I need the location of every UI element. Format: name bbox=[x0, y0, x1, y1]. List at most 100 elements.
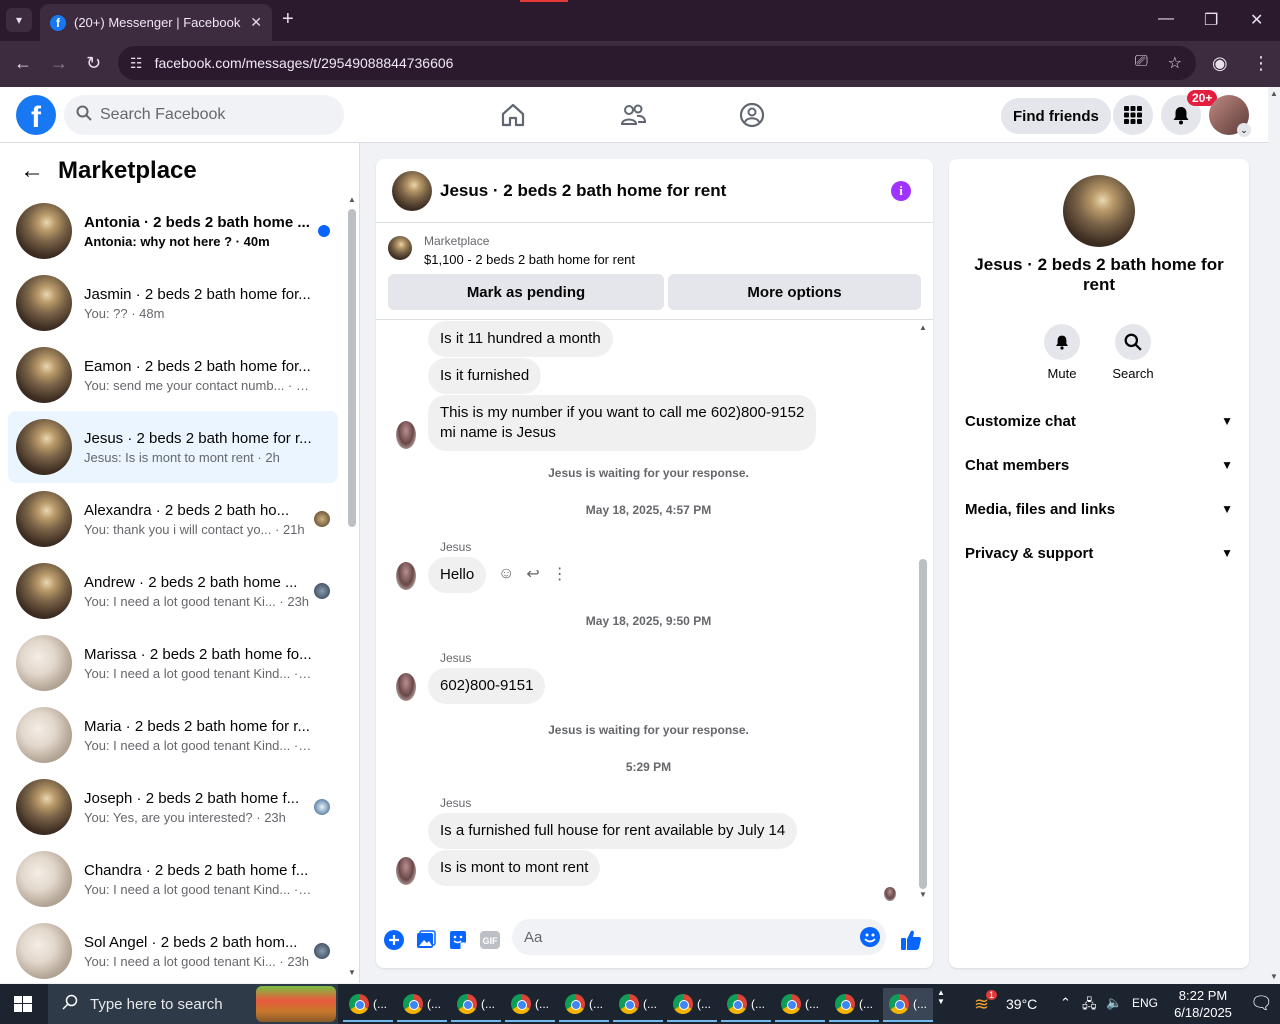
message-input[interactable] bbox=[524, 928, 844, 946]
close-tab-icon[interactable]: ✕ bbox=[250, 14, 262, 31]
conversation-title[interactable]: Jesus · 2 beds 2 bath home for rent bbox=[440, 181, 726, 201]
chat-list-scrollbar[interactable]: ▲ ▼ bbox=[346, 193, 358, 979]
volume-icon[interactable]: 🔈 bbox=[1106, 995, 1122, 1011]
more-options-button[interactable]: More options bbox=[668, 274, 921, 310]
scroll-up-arrow-icon[interactable]: ▲ bbox=[1270, 89, 1278, 98]
page-scrollbar[interactable]: ▲ ▼ bbox=[1268, 87, 1280, 983]
chat-item-eamon[interactable]: Eamon · 2 beds 2 bath home for... You: se… bbox=[8, 339, 338, 411]
listing-title[interactable]: $1,100 - 2 beds 2 bath home for rent bbox=[424, 252, 635, 267]
taskbar-search-input[interactable] bbox=[90, 995, 250, 1013]
taskbar-chrome-3[interactable]: (... bbox=[451, 988, 501, 1022]
chat-item-chandra[interactable]: Chandra · 2 beds 2 bath home f... You: I … bbox=[8, 843, 338, 915]
windows-start-icon[interactable] bbox=[14, 996, 32, 1012]
tab-search-dropdown-icon[interactable]: ▾ bbox=[6, 8, 32, 32]
sender-avatar[interactable] bbox=[396, 562, 416, 590]
message[interactable]: Hello bbox=[428, 557, 487, 593]
minimize-icon[interactable]: — bbox=[1158, 10, 1174, 28]
facebook-search[interactable] bbox=[64, 95, 344, 135]
language-indicator[interactable]: ENG bbox=[1132, 996, 1158, 1010]
tray-expand-icon[interactable]: ⌃ bbox=[1060, 995, 1071, 1011]
temperature[interactable]: 39°C bbox=[1006, 996, 1037, 1012]
privacy-support-section[interactable]: Privacy & support ▼ bbox=[965, 541, 1233, 565]
groups-icon[interactable] bbox=[738, 101, 766, 129]
message-bubble[interactable]: Hello bbox=[428, 557, 487, 593]
menu-grid-icon[interactable] bbox=[1113, 95, 1153, 135]
forward-icon[interactable]: → bbox=[50, 53, 68, 74]
chat-item-marissa[interactable]: Marissa · 2 beds 2 bath home fo... You: I… bbox=[8, 627, 338, 699]
restore-icon[interactable]: ❐ bbox=[1204, 10, 1218, 30]
account-chevron-down-icon[interactable]: ⌄ bbox=[1237, 123, 1251, 137]
chat-item-sol-angel[interactable]: Sol Angel · 2 beds 2 bath hom... You: I n… bbox=[8, 915, 338, 987]
account-avatar[interactable]: ⌄ bbox=[1209, 95, 1251, 137]
scroll-down-arrow-icon[interactable]: ▼ bbox=[919, 890, 927, 899]
attach-image-icon[interactable] bbox=[415, 929, 437, 951]
chat-item-jesus[interactable]: Jesus · 2 beds 2 bath home for r... Jesus… bbox=[8, 411, 338, 483]
clock-time[interactable]: 8:22 PM bbox=[1172, 988, 1234, 1003]
message-bubble[interactable]: Is it furnished bbox=[428, 358, 542, 394]
chat-item-jasmin[interactable]: Jasmin · 2 beds 2 bath home for... You: ?… bbox=[8, 267, 338, 339]
message[interactable]: 602)800-9151 bbox=[428, 668, 546, 704]
taskbar-chrome-5[interactable]: (... bbox=[559, 988, 609, 1022]
taskbar-chrome-8[interactable]: (... bbox=[721, 988, 771, 1022]
scrollbar-thumb[interactable] bbox=[348, 209, 356, 527]
scroll-up-arrow-icon[interactable]: ▲ bbox=[919, 323, 927, 332]
close-window-icon[interactable]: ✕ bbox=[1250, 10, 1263, 30]
notification-center-icon[interactable]: 🗨 bbox=[1250, 993, 1273, 1014]
message-bubble[interactable]: Is it 11 hundred a month bbox=[428, 321, 613, 357]
message[interactable]: Is it 11 hundred a month bbox=[428, 321, 613, 357]
address-bar[interactable]: ☷ facebook.com/messages/t/29549088844736… bbox=[118, 46, 1196, 80]
friends-icon[interactable] bbox=[619, 101, 647, 129]
taskbar-chrome-10[interactable]: (... bbox=[829, 988, 879, 1022]
browser-menu-icon[interactable]: ⋮ bbox=[1252, 53, 1270, 74]
message[interactable]: Is a furnished full house for rent avail… bbox=[428, 813, 798, 849]
back-arrow-icon[interactable]: ← bbox=[20, 157, 44, 185]
thumbs-up-icon[interactable] bbox=[899, 929, 923, 951]
taskbar-scroll-icon[interactable]: ▲ ▼ bbox=[937, 988, 945, 1006]
message-bubble[interactable]: Is is mont to mont rent bbox=[428, 850, 601, 886]
back-icon[interactable]: ← bbox=[14, 53, 32, 74]
chat-item-antonia[interactable]: Antonia · 2 beds 2 bath home ... Antonia:… bbox=[8, 195, 338, 267]
chat-avatar[interactable] bbox=[1063, 175, 1135, 247]
install-app-icon[interactable]: ⎚ bbox=[1135, 53, 1148, 73]
scroll-up-arrow-icon[interactable]: ▲ bbox=[348, 195, 356, 204]
taskbar-chrome-4[interactable]: (... bbox=[505, 988, 555, 1022]
gif-icon[interactable]: GIF bbox=[479, 929, 501, 951]
sticker-icon[interactable] bbox=[447, 929, 469, 951]
chat-item-andrew[interactable]: Andrew · 2 beds 2 bath home ... You: I ne… bbox=[8, 555, 338, 627]
mark-as-pending-button[interactable]: Mark as pending bbox=[388, 274, 664, 310]
listing-thumbnail[interactable] bbox=[388, 236, 412, 260]
info-icon[interactable]: i bbox=[891, 181, 911, 201]
bookmark-star-icon[interactable]: ☆ bbox=[1168, 53, 1182, 73]
react-emoji-icon[interactable]: ☺ bbox=[498, 565, 514, 583]
facebook-logo[interactable]: f bbox=[16, 95, 56, 135]
customize-chat-section[interactable]: Customize chat ▼ bbox=[965, 409, 1233, 433]
taskbar-search[interactable] bbox=[48, 984, 338, 1024]
site-info-icon[interactable]: ☷ bbox=[130, 55, 143, 72]
message-input-box[interactable] bbox=[512, 919, 886, 955]
profile-icon[interactable]: ◉ bbox=[1212, 53, 1228, 74]
taskbar-chrome-11[interactable]: (... bbox=[883, 988, 933, 1022]
taskbar-chrome-1[interactable]: (... bbox=[343, 988, 393, 1022]
chat-members-section[interactable]: Chat members ▼ bbox=[965, 453, 1233, 477]
scroll-down-arrow-icon[interactable]: ▼ bbox=[348, 968, 356, 977]
message-bubble[interactable]: Is a furnished full house for rent avail… bbox=[428, 813, 798, 849]
browser-tab[interactable]: f (20+) Messenger | Facebook ✕ bbox=[40, 4, 272, 41]
message-bubble[interactable]: 602)800-9151 bbox=[428, 668, 546, 704]
chat-item-maria[interactable]: Maria · 2 beds 2 bath home for r... You: … bbox=[8, 699, 338, 771]
message[interactable]: Is it furnished bbox=[428, 358, 542, 394]
scroll-down-arrow-icon[interactable]: ▼ bbox=[1270, 972, 1278, 981]
media-files-links-section[interactable]: Media, files and links ▼ bbox=[965, 497, 1233, 521]
message-bubble[interactable]: This is my number if you want to call me… bbox=[428, 395, 817, 451]
taskbar-chrome-2[interactable]: (... bbox=[397, 988, 447, 1022]
chat-item-joseph[interactable]: Joseph · 2 beds 2 bath home f... You: Yes… bbox=[8, 771, 338, 843]
message[interactable]: This is my number if you want to call me… bbox=[428, 395, 817, 451]
scrollbar-thumb[interactable] bbox=[919, 559, 927, 889]
mute-button[interactable]: Mute bbox=[1032, 324, 1092, 381]
new-tab-icon[interactable]: + bbox=[282, 8, 294, 31]
more-actions-icon[interactable]: ⋮ bbox=[552, 564, 568, 584]
conversation-avatar[interactable] bbox=[392, 170, 432, 211]
emoji-icon[interactable] bbox=[860, 927, 880, 952]
thread-scrollbar[interactable]: ▲ ▼ bbox=[916, 321, 930, 901]
clock-date[interactable]: 6/18/2025 bbox=[1166, 1005, 1240, 1020]
sender-avatar[interactable] bbox=[396, 421, 416, 449]
